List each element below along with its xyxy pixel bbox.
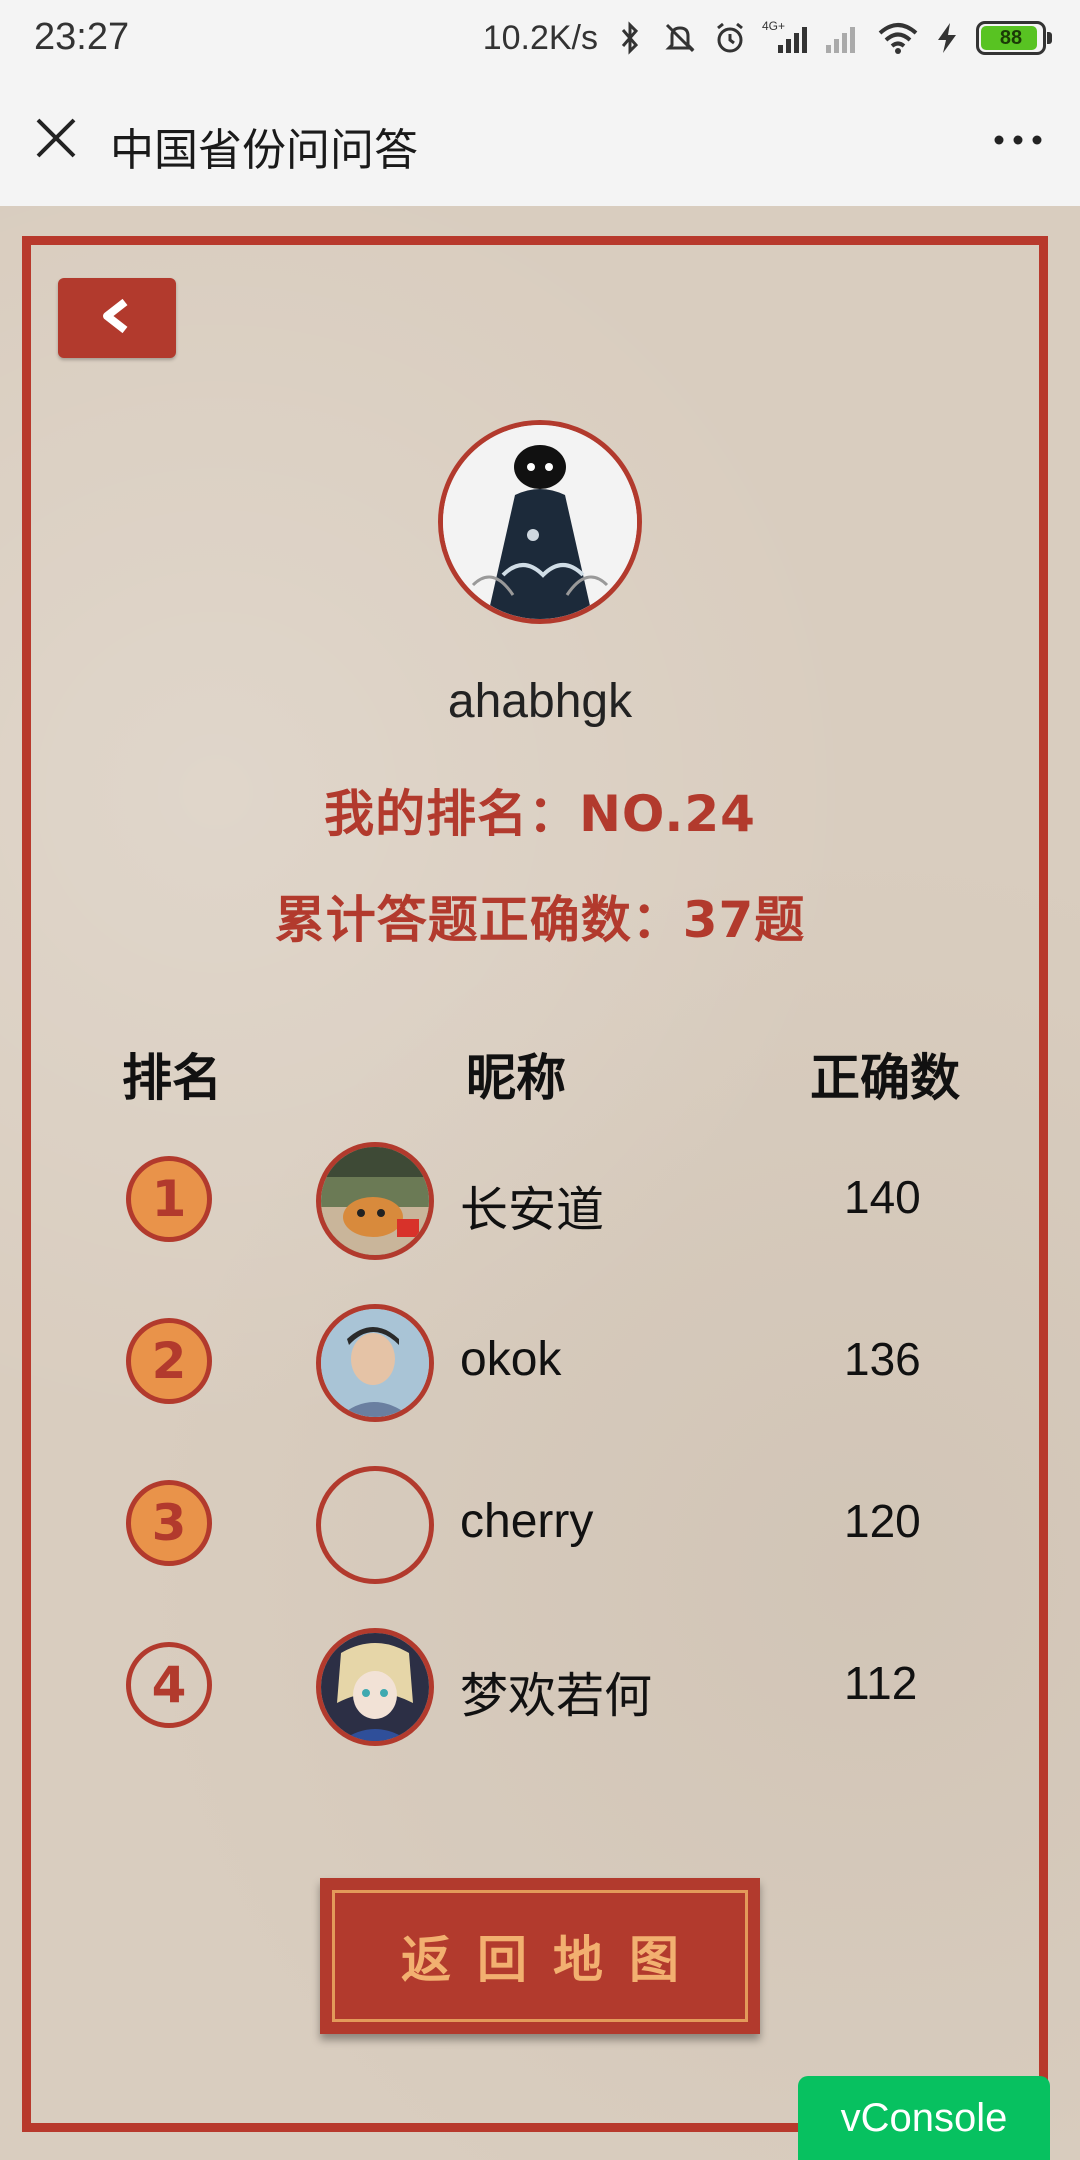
row-score: 140 [844,1171,921,1223]
back-button[interactable] [58,278,176,358]
header-name: 昵称 [466,1049,566,1107]
network-type-label: 4G+ [762,19,785,33]
more-icon[interactable] [986,116,1050,164]
battery-percent: 88 [999,26,1023,49]
avatar [316,1628,434,1746]
rank-badge: 2 [126,1318,212,1404]
vconsole-button[interactable]: vConsole [798,2076,1050,2160]
signal-icon: 4G+ [762,18,808,58]
row-score: 120 [844,1495,921,1547]
net-speed: 10.2K/s [482,18,598,57]
alarm-icon [712,18,748,58]
my-total-correct: 累计答题正确数：37题 [274,891,806,949]
row-name: cherry [460,1495,594,1548]
row-score: 112 [844,1657,918,1709]
charging-icon [934,18,960,58]
rank-badge: 1 [126,1156,212,1242]
return-map-button-border: 返回地图 [332,1890,748,2022]
header-rank: 排名 [122,1049,222,1107]
battery-icon: 88 [976,21,1052,55]
battery-tip [1047,32,1052,44]
bluetooth-icon [612,18,648,58]
avatar [316,1466,434,1584]
row-name: 长安道 [460,1184,605,1237]
status-time: 23:27 [34,16,130,58]
status-icons: 10.2K/s 4G+ 88 [482,14,1052,62]
return-map-button[interactable]: 返回地图 [320,1878,760,2034]
signal-empty-icon [822,18,862,58]
rank-badge: 3 [126,1480,212,1566]
leaderboard-page: ahabhgk 我的排名：NO.24 累计答题正确数：37题 排名 昵称 正确数… [0,206,1080,2160]
table-row: 3 cherry 120 [0,1458,1080,1588]
avatar [316,1304,434,1422]
wifi-icon [876,18,920,58]
row-score: 136 [844,1333,921,1385]
row-name: okok [460,1333,562,1386]
header-score: 正确数 [810,1049,960,1107]
my-rank: 我的排名：NO.24 [324,785,756,843]
chevron-left-icon [97,296,137,340]
avatar [316,1142,434,1260]
user-name: ahabhgk [447,675,633,728]
table-row: 1 长安道 140 [0,1134,1080,1264]
rank-badge: 4 [126,1642,212,1728]
title-bar: 中国省份问问答 [0,76,1080,206]
mute-icon [662,18,698,58]
table-row: 4 梦欢若何 112 [0,1620,1080,1750]
table-header: 排名 昵称 正确数 [0,1038,1080,1108]
status-bar: 23:27 10.2K/s 4G+ 88 [0,0,1080,76]
return-map-label: 返回地图 [401,1931,705,1989]
table-row: 2 okok 136 [0,1296,1080,1426]
avatar [438,420,642,624]
row-name: 梦欢若何 [460,1670,653,1723]
close-icon[interactable] [28,110,84,166]
page-title: 中国省份问问答 [110,126,418,175]
